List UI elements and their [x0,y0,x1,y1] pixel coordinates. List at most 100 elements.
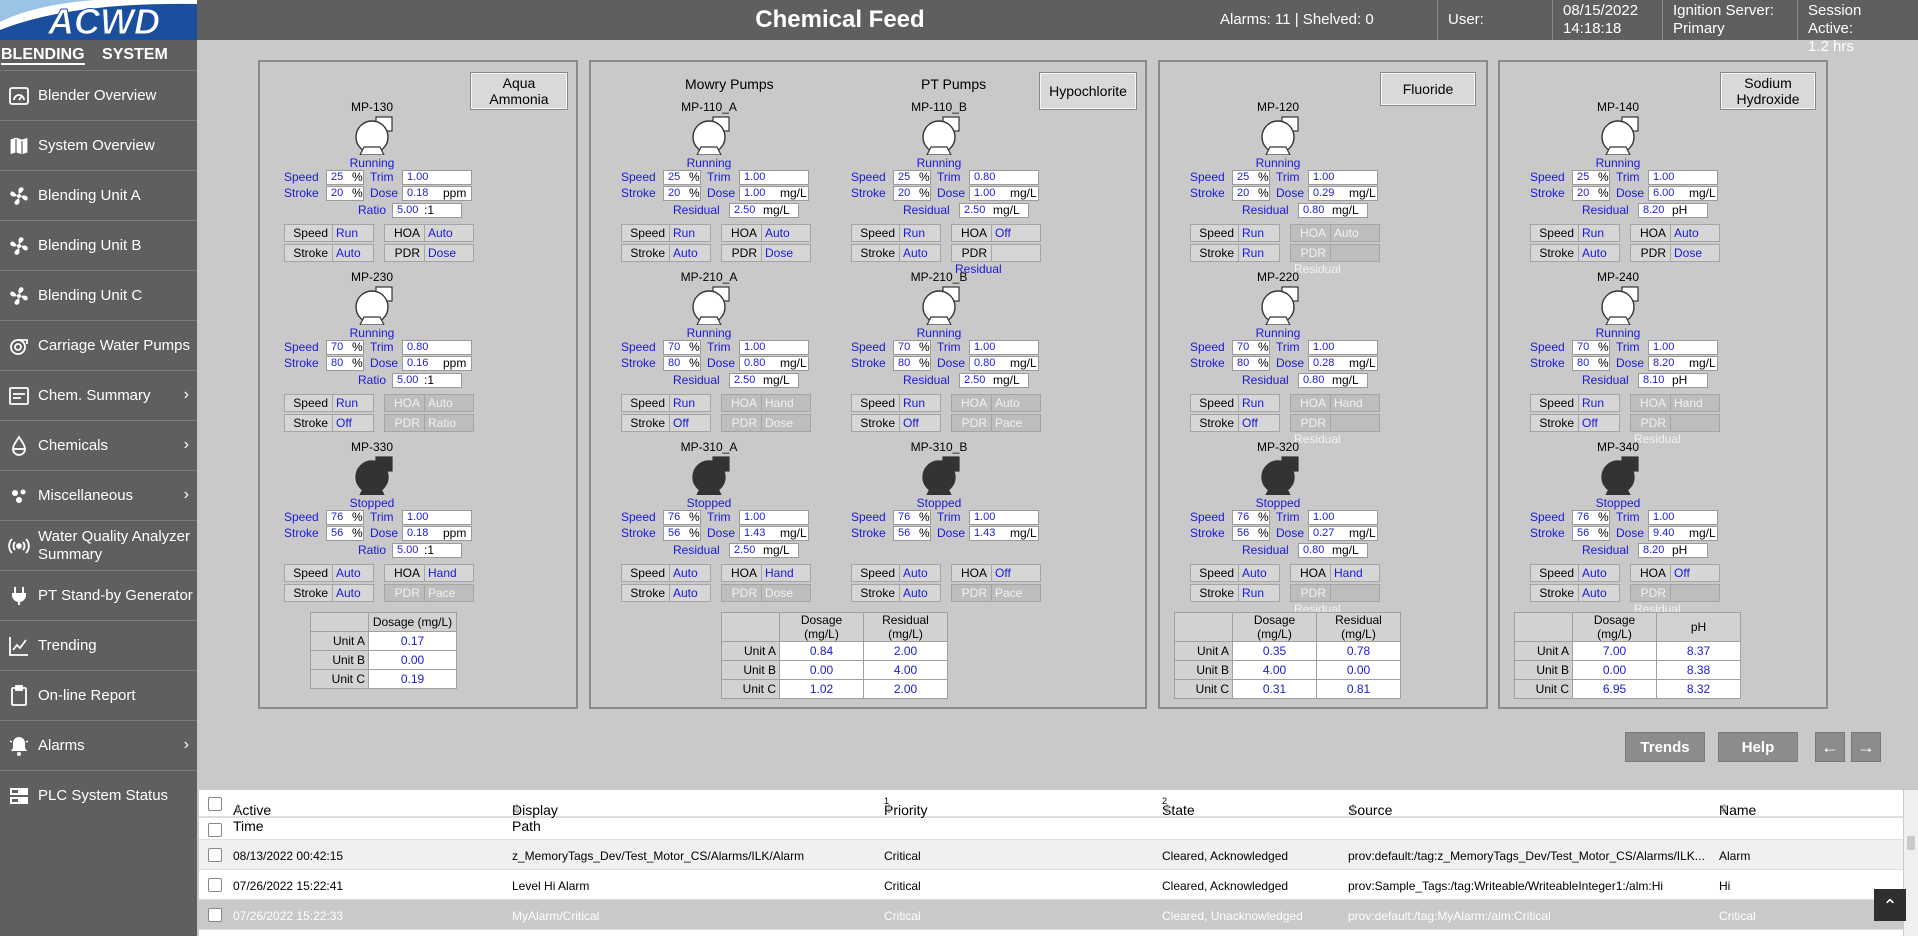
row-checkbox[interactable] [208,908,222,922]
hoa-mode[interactable]: HOA Auto [1630,224,1720,242]
sidebar-item-alarms[interactable]: Alarms › [0,720,197,770]
pdr-mode[interactable]: PDR Pace [951,584,1041,602]
pdr-mode[interactable]: PDR Pace [951,414,1041,432]
sort-icon[interactable]: ⇕ [1348,802,1358,816]
hoa-mode[interactable]: HOA Hand [721,564,811,582]
hoa-mode[interactable]: HOA Hand [1290,564,1380,582]
trim-value[interactable]: 1.00 [739,170,809,185]
chemical-button[interactable]: Hypochlorite [1039,72,1137,110]
speed-mode[interactable]: Speed Auto [851,564,941,582]
stroke-mode[interactable]: Stroke Auto [621,584,711,602]
pump-running-icon[interactable] [921,285,961,326]
hoa-mode[interactable]: HOA Off [1630,564,1720,582]
hoa-mode[interactable]: HOA Off [951,564,1041,582]
sidebar-item-on-line-report[interactable]: On-line Report [0,670,197,720]
scroll-top-button[interactable]: ⌃ [1874,889,1906,921]
stroke-mode[interactable]: Stroke Off [284,414,374,432]
stroke-mode[interactable]: Stroke Auto [851,584,941,602]
stroke-mode[interactable]: Stroke Auto [621,244,711,262]
speed-mode[interactable]: Speed Auto [1530,564,1620,582]
pdr-mode[interactable]: PDRResidual [1630,584,1720,616]
speed-mode[interactable]: Speed Run [1190,224,1280,242]
pdr-mode[interactable]: PDR Ratio [384,414,474,432]
speed-mode[interactable]: Speed Run [621,394,711,412]
trim-value[interactable]: 1.00 [1648,170,1718,185]
pump-stopped-icon[interactable] [354,455,394,496]
speed-mode[interactable]: Speed Run [1530,224,1620,242]
prev-arrow-button[interactable]: ← [1815,732,1845,762]
stroke-mode[interactable]: Stroke Off [1530,414,1620,432]
pump-running-icon[interactable] [1260,285,1300,326]
hoa-mode[interactable]: HOA Auto [384,224,474,242]
hoa-mode[interactable]: HOA Hand [1290,394,1380,412]
scrollbar-thumb[interactable] [1907,836,1915,850]
pump-running-icon[interactable] [691,285,731,326]
sort-icon[interactable]: ⇕ [1162,802,1172,816]
speed-mode[interactable]: Speed Run [284,224,374,242]
pump-stopped-icon[interactable] [1260,455,1300,496]
speed-mode[interactable]: Speed Run [284,394,374,412]
hoa-mode[interactable]: HOA Auto [1290,224,1380,242]
alarm-count[interactable]: Alarms: 11 | Shelved: 0 [1220,11,1374,28]
trim-value[interactable]: 1.00 [402,170,472,185]
speed-mode[interactable]: Speed Run [621,224,711,242]
chemical-button[interactable]: Aqua Ammonia [470,72,568,110]
speed-mode[interactable]: Speed Run [851,224,941,242]
trim-value[interactable]: 1.00 [402,510,472,525]
stroke-mode[interactable]: Stroke Auto [1530,244,1620,262]
pdr-mode[interactable]: PDRResidual [1290,414,1380,446]
stroke-mode[interactable]: Stroke Auto [851,244,941,262]
pdr-mode[interactable]: PDRResidual [1290,584,1380,616]
pdr-mode[interactable]: PDR Dose [1630,244,1720,262]
stroke-mode[interactable]: Stroke Off [1190,414,1280,432]
pdr-mode[interactable]: PDRResidual [1290,244,1380,276]
trim-value[interactable]: 1.00 [1308,510,1378,525]
pump-running-icon[interactable] [1260,115,1300,156]
stroke-mode[interactable]: Stroke Run [1190,244,1280,262]
speed-mode[interactable]: Speed Auto [1190,564,1280,582]
pdr-mode[interactable]: PDRResidual [1630,414,1720,446]
trim-value[interactable]: 1.00 [1648,340,1718,355]
pump-running-icon[interactable] [691,115,731,156]
sidebar-item-blender-overview[interactable]: Blender Overview [0,70,197,120]
hoa-mode[interactable]: HOA Auto [384,394,474,412]
row-checkbox[interactable] [208,823,222,837]
table-row[interactable]: 07/26/2022 15:22:41 Level Hi Alarm Critica… [199,870,1903,900]
pdr-mode[interactable]: PDR Dose [721,244,811,262]
stroke-mode[interactable]: Stroke Run [1190,584,1280,602]
trim-value[interactable]: 1.00 [969,510,1039,525]
sidebar-item-miscellaneous[interactable]: Miscellaneous › [0,470,197,520]
table-row[interactable]: 07/26/2022 15:22:33 MyAlarm/Critical Criti… [199,900,1903,930]
tab-blending[interactable]: BLENDING [1,46,85,65]
pdr-mode[interactable]: PDRResidual [951,244,1041,276]
chemical-button[interactable]: Fluoride [1380,72,1476,106]
help-button[interactable]: Help [1718,732,1798,762]
header-priority[interactable]: Priority ⇕ 1 [884,796,928,818]
speed-mode[interactable]: Speed Run [1190,394,1280,412]
trim-value[interactable]: 0.80 [969,170,1039,185]
sidebar-item-blending-unit-a[interactable]: Blending Unit A [0,170,197,220]
sort-icon[interactable]: ⇕ [884,802,894,816]
hoa-mode[interactable]: HOA Auto [951,394,1041,412]
trim-value[interactable]: 1.00 [1308,170,1378,185]
sidebar-item-blending-unit-b[interactable]: Blending Unit B [0,220,197,270]
stroke-mode[interactable]: Stroke Auto [1530,584,1620,602]
speed-mode[interactable]: Speed Auto [621,564,711,582]
sidebar-item-carriage-water-pumps[interactable]: Carriage Water Pumps [0,320,197,370]
trim-value[interactable]: 1.00 [739,510,809,525]
hoa-mode[interactable]: HOA Hand [384,564,474,582]
sidebar-item-blending-unit-c[interactable]: Blending Unit C [0,270,197,320]
pdr-mode[interactable]: PDR Dose [721,414,811,432]
sidebar-item-water-quality-analyzer-summary[interactable]: Water Quality Analyzer Summary [0,520,197,570]
next-arrow-button[interactable]: → [1851,732,1881,762]
trim-value[interactable]: 1.00 [1308,340,1378,355]
speed-mode[interactable]: Speed Run [851,394,941,412]
hoa-mode[interactable]: HOA Hand [1630,394,1720,412]
pump-stopped-icon[interactable] [691,455,731,496]
trim-value[interactable]: 0.80 [402,340,472,355]
hoa-mode[interactable]: HOA Auto [721,224,811,242]
sort-icon[interactable]: ⇕ [233,802,243,816]
table-row[interactable]: 08/13/2022 00:42:15 z_MemoryTags_Dev/Test… [199,840,1903,870]
sidebar-item-system-overview[interactable]: System Overview [0,120,197,170]
hoa-mode[interactable]: HOA Off [951,224,1041,242]
